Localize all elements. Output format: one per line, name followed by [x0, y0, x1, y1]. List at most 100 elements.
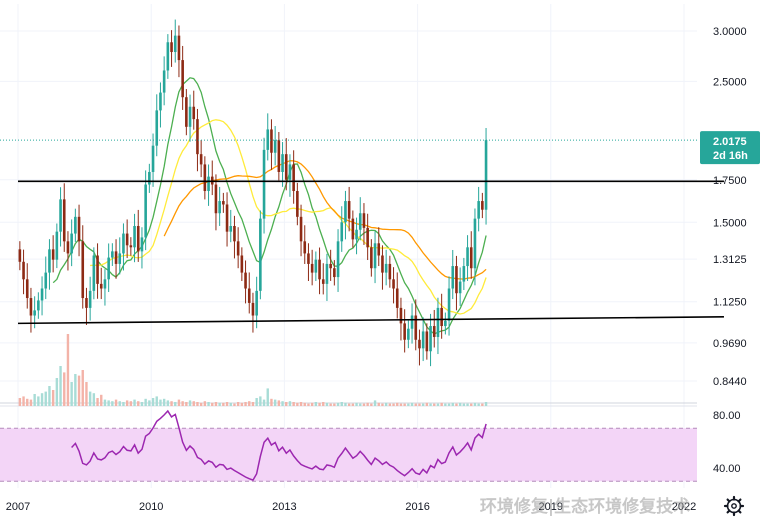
- candle-body: [170, 42, 173, 53]
- candle-body: [199, 154, 203, 165]
- candle-body: [33, 310, 36, 316]
- volume-bar: [26, 398, 29, 406]
- candle-body: [455, 266, 458, 294]
- volume-bar: [188, 400, 192, 406]
- volume-bar: [436, 403, 440, 406]
- volume-bar: [410, 402, 414, 406]
- candle-body: [74, 216, 77, 234]
- volume-bar: [107, 400, 110, 406]
- candle-body: [222, 201, 225, 205]
- candle-body: [358, 213, 362, 230]
- volume-bar: [296, 402, 299, 406]
- candle-body: [440, 307, 443, 327]
- volume-bar: [403, 403, 406, 406]
- candle-body: [466, 247, 469, 267]
- volume-bar: [125, 400, 129, 406]
- candle-body: [111, 251, 114, 258]
- volume-bar: [314, 402, 318, 406]
- rsi-tick-label: 40.00: [713, 463, 741, 475]
- candle-body: [303, 241, 307, 254]
- volume-bar: [199, 402, 203, 406]
- candle-body: [373, 243, 377, 269]
- candle-body: [37, 300, 40, 311]
- candle-body: [144, 184, 147, 238]
- candle-body: [88, 290, 92, 308]
- candle-body: [307, 253, 310, 264]
- volume-bar: [344, 402, 347, 406]
- volume-bar: [137, 401, 140, 406]
- volume-bar: [470, 403, 473, 406]
- candle-body: [314, 259, 318, 273]
- volume-bar: [392, 403, 395, 406]
- volume-bar: [74, 374, 77, 406]
- volume-bar: [277, 400, 281, 406]
- candle-body: [429, 326, 432, 352]
- candle-body: [351, 218, 355, 240]
- volume-bar: [329, 403, 332, 406]
- candle-body: [192, 106, 196, 120]
- price-tick-label: 2.5000: [713, 76, 747, 88]
- candle-body: [240, 255, 244, 273]
- volume-bar: [281, 401, 284, 406]
- volume-bar: [440, 402, 443, 406]
- volume-bar: [399, 403, 403, 406]
- chart-canvas[interactable]: 3.0000 2.5000 1.7500 1.5000 1.3125 1.1250 0.96…: [0, 0, 764, 520]
- candle-body: [355, 229, 358, 240]
- volume-bar: [318, 402, 321, 406]
- volume-bar: [347, 403, 351, 406]
- candle-body: [48, 249, 51, 273]
- volume-bar: [140, 402, 144, 406]
- candle-body: [444, 320, 447, 327]
- candle-body: [381, 255, 384, 273]
- volume-bar: [325, 402, 329, 406]
- candle-body: [96, 255, 99, 284]
- candle-body: [81, 241, 85, 299]
- volume-bar: [433, 403, 436, 406]
- candle-body: [59, 199, 62, 232]
- volume-bar: [303, 402, 306, 406]
- volume-bar: [229, 402, 232, 406]
- volume-bar: [340, 402, 343, 406]
- candle-body: [333, 268, 336, 278]
- volume-bar: [77, 375, 81, 406]
- bar-countdown: 2d 16h: [713, 150, 748, 162]
- volume-bar: [447, 403, 451, 406]
- candle-body: [407, 328, 410, 340]
- volume-bar: [362, 403, 366, 406]
- volume-bar: [236, 402, 240, 406]
- volume-bar: [185, 402, 188, 406]
- volume-bar: [196, 402, 199, 406]
- candle-body: [18, 249, 22, 262]
- candle-body: [107, 257, 110, 280]
- candle-body: [477, 201, 480, 219]
- candle-body: [347, 201, 351, 219]
- candle-body: [299, 216, 303, 242]
- volume-bar: [481, 403, 484, 406]
- price-tick-label: 1.3125: [713, 254, 747, 266]
- candle-body: [273, 140, 277, 153]
- volume-bar: [466, 403, 469, 406]
- candle-body: [292, 164, 295, 192]
- last-price-value: 2.0175: [713, 136, 747, 148]
- candle-body: [247, 288, 251, 303]
- volume-bar: [66, 334, 70, 406]
- volume-bar: [225, 402, 229, 406]
- time-tick-label: 2010: [139, 501, 163, 513]
- candle-body: [233, 225, 236, 242]
- candle-body: [395, 288, 399, 308]
- volume-bar: [248, 401, 251, 406]
- candle-body: [451, 266, 455, 289]
- volume-bar: [444, 403, 447, 406]
- volume-bar: [310, 402, 314, 406]
- volume-bar: [207, 402, 210, 406]
- volume-bar: [44, 391, 47, 406]
- candle-body: [392, 279, 395, 289]
- volume-bar: [155, 396, 158, 406]
- volume-bar: [262, 399, 266, 406]
- candle-body: [70, 233, 73, 254]
- candle-body: [399, 307, 403, 324]
- volume-bar: [214, 402, 218, 406]
- candle-body: [22, 261, 25, 280]
- volume-bar: [421, 403, 425, 406]
- candle-body: [340, 222, 344, 242]
